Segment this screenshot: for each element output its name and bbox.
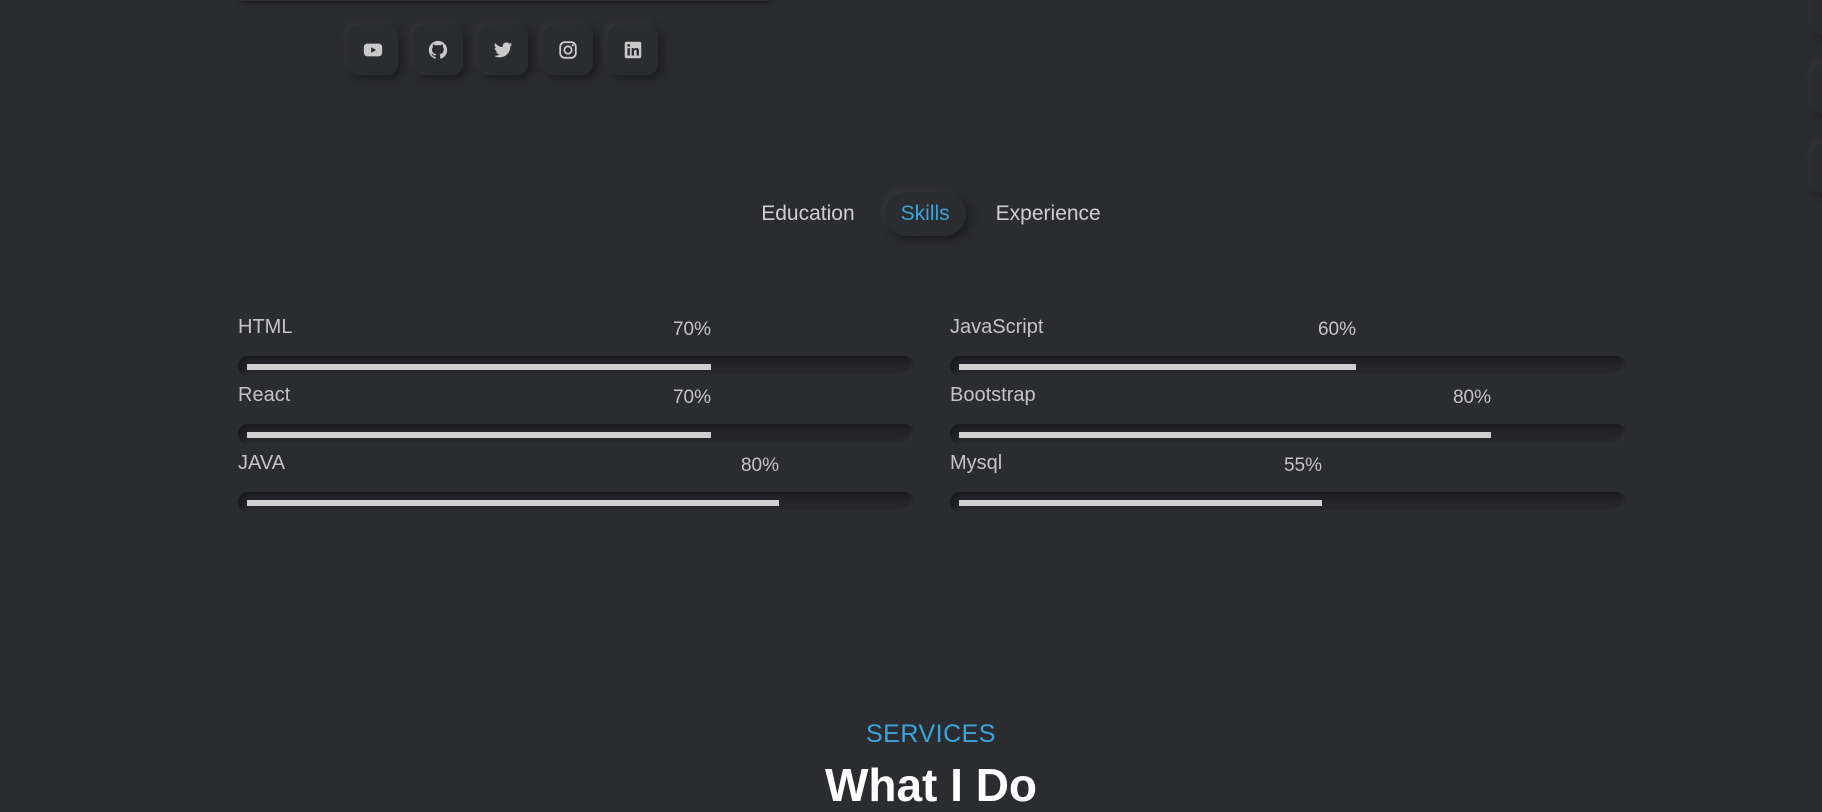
skill-item: React 70% [238, 384, 914, 452]
skill-progress-fill [959, 500, 1322, 506]
tab-education[interactable]: Education [745, 192, 870, 236]
services-title: What I Do [824, 759, 1038, 811]
linkedin-icon [624, 41, 642, 59]
skill-item: JavaScript 60% [950, 316, 1626, 384]
skill-progress-track [238, 424, 914, 444]
linkedin-button[interactable] [608, 25, 658, 75]
github-icon [428, 40, 448, 59]
side-button-partial[interactable] [1812, 0, 1822, 36]
skill-item: Mysql 55% [950, 452, 1626, 520]
skill-name: React [238, 384, 291, 406]
tab-skills[interactable]: Skills [884, 192, 966, 236]
skill-percent: 70% [672, 319, 711, 340]
skill-percent: 60% [1317, 319, 1356, 340]
skill-progress-fill [959, 364, 1356, 370]
side-button-partial[interactable] [1812, 64, 1822, 114]
services-label: SERVICES [866, 720, 996, 748]
instagram-button[interactable] [543, 25, 593, 75]
skills-column-right: JavaScript 60% Bootstrap 80% Mysql 55% [950, 316, 1626, 520]
youtube-button[interactable] [348, 25, 398, 75]
resume-tabs: Education Skills Experience [0, 192, 1822, 236]
skill-progress-fill [247, 500, 779, 506]
tab-experience[interactable]: Experience [980, 192, 1117, 236]
skill-percent: 55% [1283, 455, 1322, 476]
side-button-partial[interactable] [1812, 143, 1822, 193]
skills-column-left: HTML 70% React 70% JAVA 80% [238, 316, 914, 520]
skill-name: HTML [238, 316, 293, 338]
divider [240, 0, 770, 1]
skill-name: JavaScript [950, 316, 1044, 338]
skill-progress-track [950, 492, 1626, 512]
skill-progress-track [950, 424, 1626, 444]
skill-progress-fill [247, 432, 711, 438]
instagram-icon [559, 41, 577, 59]
twitter-button[interactable] [478, 25, 528, 75]
twitter-icon [493, 42, 513, 58]
skill-progress-fill [247, 364, 711, 370]
skill-name: Bootstrap [950, 384, 1036, 406]
skill-item: Bootstrap 80% [950, 384, 1626, 452]
skill-progress-track [950, 356, 1626, 376]
github-button[interactable] [413, 25, 463, 75]
skill-percent: 70% [672, 387, 711, 408]
skill-percent: 80% [1452, 387, 1491, 408]
skill-progress-fill [959, 432, 1491, 438]
skill-item: HTML 70% [238, 316, 914, 384]
skill-progress-track [238, 492, 914, 512]
youtube-icon [363, 43, 383, 57]
skill-name: Mysql [950, 452, 1003, 474]
skill-name: JAVA [238, 452, 286, 474]
social-links [348, 25, 658, 75]
skill-percent: 80% [740, 455, 779, 476]
skill-item: JAVA 80% [238, 452, 914, 520]
skill-progress-track [238, 356, 914, 376]
